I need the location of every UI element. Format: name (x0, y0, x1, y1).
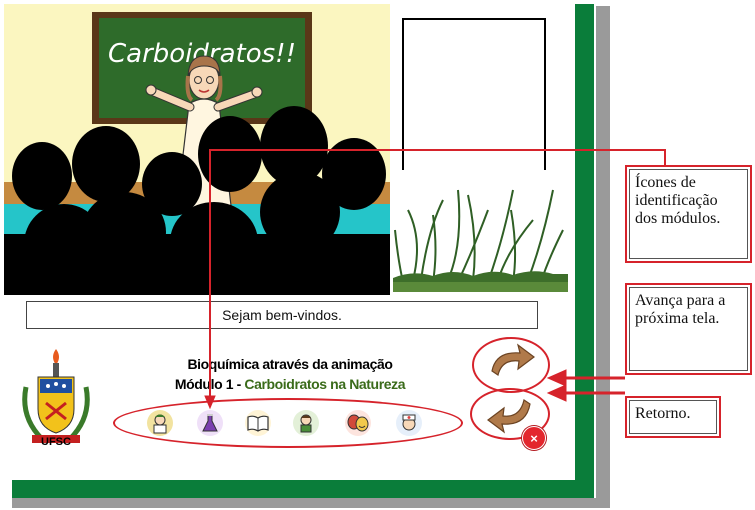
side-panel-frame (402, 18, 546, 188)
module-3-button[interactable] (245, 410, 271, 436)
module-title: Módulo 1 - Carboidratos na Natureza (110, 376, 470, 392)
next-arrow-icon (491, 343, 535, 376)
next-button[interactable] (486, 341, 538, 389)
callout-back: Retorno. (625, 396, 721, 438)
ufsc-label: UFSC (41, 436, 71, 448)
book-icon (247, 415, 269, 432)
frame-green-right (575, 4, 594, 498)
module-subject: Carboidratos na Natureza (244, 376, 406, 392)
course-title: Bioquímica através da animação (187, 356, 393, 372)
classroom-scene: Carboidratos!! (4, 4, 390, 295)
grass-illustration (393, 170, 568, 292)
frame-green-bottom (12, 480, 594, 498)
module-5-button[interactable] (345, 410, 371, 436)
child-icon (300, 414, 312, 433)
callout-next: Avança para a próxima tela. (625, 283, 752, 375)
callout-module-icons: Ícones de identificação dos módulos. (625, 165, 752, 263)
module-4-button[interactable] (293, 410, 319, 436)
callout-module-icons-text: Ícones de identificação dos módulos. (629, 169, 748, 259)
flask-icon (202, 414, 218, 432)
scientist-icon (153, 414, 167, 434)
message-bar: Sejam bem-vindos. (26, 301, 538, 329)
theater-masks-icon (347, 414, 369, 432)
close-button[interactable]: × (522, 426, 546, 450)
module-number: Módulo 1 - (174, 376, 241, 392)
callout-next-text: Avança para a próxima tela. (629, 287, 748, 371)
frame-shadow-bottom (12, 498, 610, 508)
callout-back-text: Retorno. (629, 400, 717, 434)
close-icon: × (530, 430, 538, 446)
module-6-button[interactable] (396, 410, 422, 436)
frame-shadow-right (596, 6, 610, 504)
module-2-button[interactable] (197, 410, 223, 436)
nurse-icon (402, 414, 416, 431)
module-1-button[interactable] (147, 410, 173, 436)
